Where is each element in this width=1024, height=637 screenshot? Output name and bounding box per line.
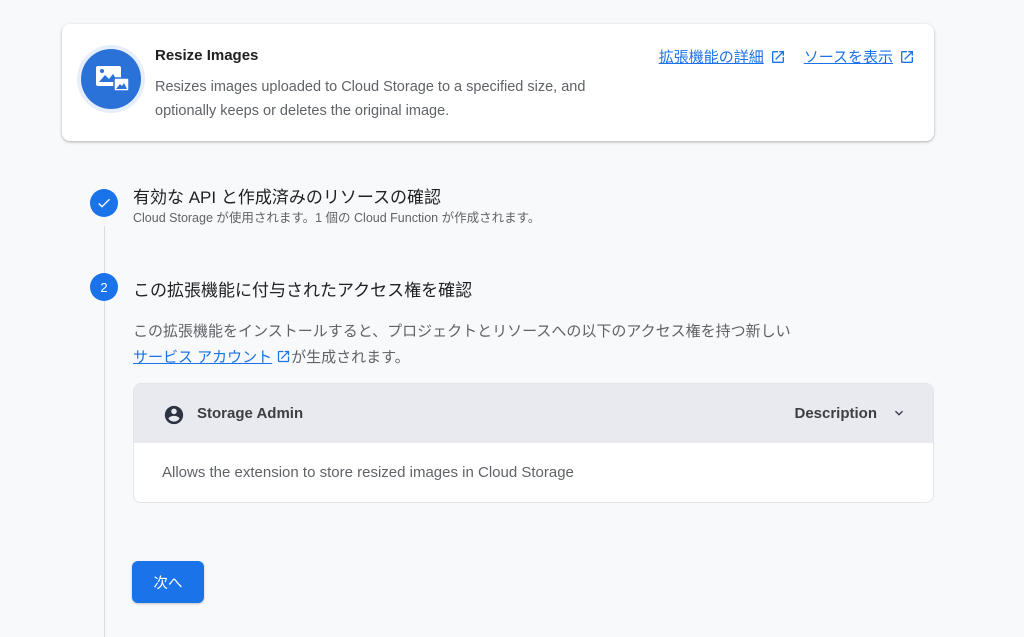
permission-header[interactable]: Storage Admin Description [134,384,933,443]
permission-panel: Storage Admin Description Allows the ext… [133,383,934,503]
extension-title: Resize Images [155,47,259,64]
step-1-title[interactable]: 有効な API と作成済みのリソースの確認 [133,183,441,208]
step-1-subtitle: Cloud Storage が使用されます。1 個の Cloud Functio… [133,211,541,225]
check-icon [98,198,110,208]
open-in-new-icon [901,50,913,63]
step-2-title: この拡張機能に付与されたアクセス権を確認 [133,281,473,300]
permission-description: Allows the extension to store resized im… [162,464,574,481]
extension-links: 拡張機能の詳細 ソースを表示 [659,46,915,67]
step-2-number-badge: 2 [90,273,118,301]
open-in-new-icon [771,50,784,63]
extension-card: Resize Images Resizes images uploaded to… [62,24,934,141]
extension-install-page: Resize Images Resizes images uploaded to… [0,0,1024,637]
service-account-link[interactable]: サービス アカウント [133,349,272,366]
next-button[interactable]: 次へ [132,561,204,603]
view-source-link[interactable]: ソースを表示 [804,46,915,67]
extension-description: Resizes images uploaded to Cloud Storage… [155,79,586,119]
step-2-description-text: この拡張機能をインストールすると、プロジェクトとリソースへの以下のアクセス権を持… [133,323,791,340]
step-2-description-suffix: が生成されます。 [291,349,410,366]
step-1-check-icon [90,189,118,217]
image-resize-icon [81,49,141,109]
step-2-description: この拡張機能をインストールすると、プロジェクトとリソースへの以下のアクセス権を持… [133,319,893,371]
description-toggle-label[interactable]: Description [794,405,877,422]
open-in-new-icon[interactable] [276,349,291,364]
chevron-down-icon[interactable] [891,405,907,421]
extension-details-link-label: 拡張機能の詳細 [658,49,764,66]
view-source-link-label: ソースを表示 [803,49,893,66]
permission-role: Storage Admin [197,405,304,422]
account-circle-icon [164,405,184,425]
extension-details-link[interactable]: 拡張機能の詳細 [659,46,786,67]
